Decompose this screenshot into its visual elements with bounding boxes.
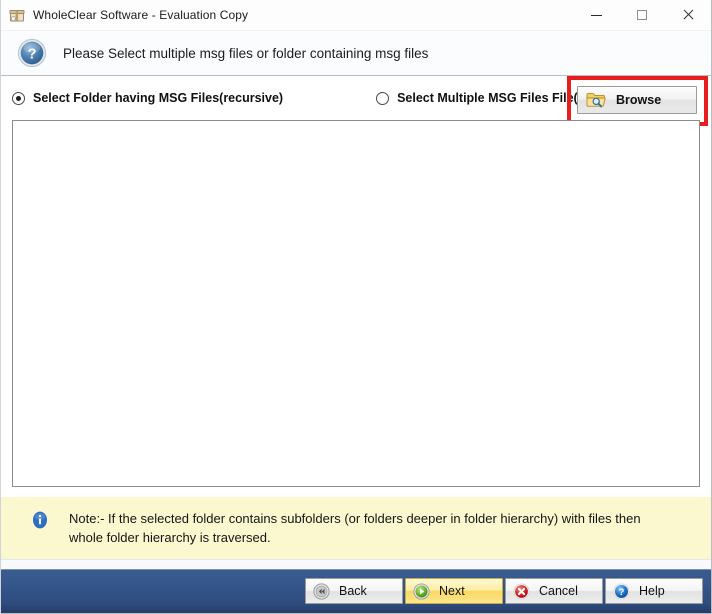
folder-search-icon — [586, 91, 606, 109]
header-instruction: Please Select multiple msg files or fold… — [63, 45, 429, 61]
note-spacer — [1, 487, 711, 497]
help-button-label: Help — [639, 584, 665, 598]
cancel-button-label: Cancel — [539, 584, 578, 598]
footer-button-bar: Back Next Cancel ? Help — [1, 569, 711, 613]
close-circle-red-icon — [513, 583, 530, 600]
radio-indicator-folder-recursive[interactable] — [12, 91, 25, 105]
back-button[interactable]: Back — [305, 578, 403, 604]
radio-label-folder-recursive: Select Folder having MSG Files(recursive… — [33, 91, 284, 105]
next-button[interactable]: Next — [405, 578, 503, 604]
svg-text:?: ? — [619, 586, 625, 597]
rewind-circle-icon — [313, 582, 330, 600]
blue-question-mark-icon: ? — [17, 38, 47, 68]
note-bar: Note:- If the selected folder contains s… — [1, 497, 711, 559]
maximize-icon — [637, 10, 647, 20]
radio-option-multiple-files[interactable]: Select Multiple MSG Files File(s) — [376, 91, 589, 105]
close-icon — [682, 9, 694, 21]
window-controls — [573, 0, 711, 30]
next-button-label: Next — [439, 584, 465, 598]
window-title: WholeClear Software - Evaluation Copy — [33, 8, 249, 22]
package-box-icon — [9, 7, 25, 23]
note-bottom-strip — [1, 559, 711, 569]
radio-label-multiple-files: Select Multiple MSG Files File(s) — [397, 91, 589, 105]
play-circle-green-icon — [413, 582, 430, 600]
radio-option-folder-recursive[interactable]: Select Folder having MSG Files(recursive… — [12, 91, 283, 105]
source-selection-row: Select Folder having MSG Files(recursive… — [1, 76, 711, 126]
minimize-button[interactable] — [573, 0, 619, 30]
info-icon — [31, 511, 49, 529]
title-bar: WholeClear Software - Evaluation Copy — [1, 0, 711, 31]
browse-button-label: Browse — [616, 93, 662, 107]
maximize-button[interactable] — [619, 0, 665, 30]
header-banner: ? Please Select multiple msg files or fo… — [1, 31, 711, 76]
file-list-container — [1, 120, 711, 487]
help-button[interactable]: ? Help — [605, 578, 703, 604]
close-button[interactable] — [665, 0, 711, 30]
cancel-button[interactable]: Cancel — [505, 578, 603, 604]
note-text: Note:- If the selected folder contains s… — [69, 511, 641, 545]
question-circle-blue-icon: ? — [613, 583, 630, 600]
application-window: WholeClear Software - Evaluation Copy ? … — [0, 0, 712, 614]
file-list-box[interactable] — [12, 120, 700, 487]
browse-button[interactable]: Browse — [577, 86, 697, 114]
back-button-label: Back — [339, 584, 367, 598]
svg-text:?: ? — [28, 46, 37, 62]
minimize-icon — [590, 14, 602, 16]
radio-indicator-multiple-files[interactable] — [376, 91, 390, 105]
